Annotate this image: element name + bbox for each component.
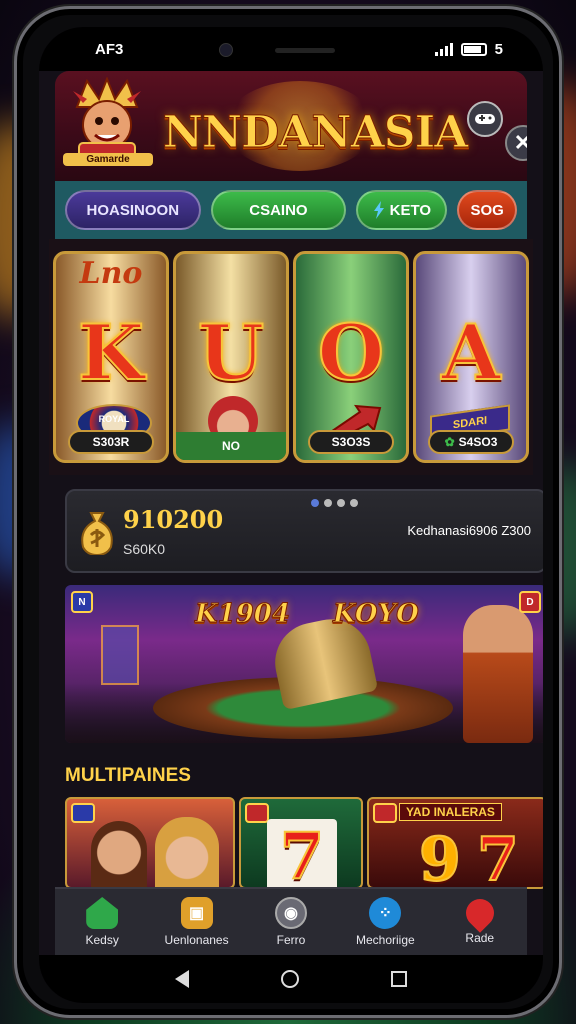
tab-sog[interactable]: SOG <box>457 190 517 230</box>
nav-label: Mechoriige <box>356 933 415 947</box>
game-thumb[interactable]: YAD INALERAS 9 7 <box>367 797 543 889</box>
reel-pill-label: NO <box>222 439 240 453</box>
reel-pill: ✿ S4SO3 <box>428 430 514 454</box>
app-screen: AF3 5 Gamarde NNDANASIA ✕ HOASINOON CSAI… <box>39 27 543 1003</box>
carousel-dots[interactable] <box>311 499 358 507</box>
tab-hoasinoon[interactable]: HOASINOON <box>65 190 201 230</box>
jackpot-amount: 910200 <box>123 505 224 534</box>
thumb-badge <box>373 803 397 823</box>
nav-item-ferro[interactable]: ◉ Ferro <box>246 897 336 947</box>
promo-badge-left: N <box>71 591 93 613</box>
nav-item-kedsy[interactable]: Kedsy <box>57 897 147 947</box>
reel-pill: S3O3S <box>308 430 394 454</box>
camera-icon <box>219 43 233 57</box>
wallet-icon: ▣ <box>180 897 213 929</box>
reel-pill: S303R <box>68 430 154 454</box>
reel-extra-label: ROYAL <box>98 414 130 424</box>
player-avatar <box>155 817 219 887</box>
nav-item-mechoriige[interactable]: ⁘ Mechoriige <box>340 897 430 947</box>
tab-label: CSAINO <box>249 201 308 219</box>
reel-3[interactable]: O S3O3S <box>293 251 409 463</box>
battery-icon <box>460 42 487 56</box>
signal-icon <box>434 42 453 56</box>
promo-badge-right: D <box>519 591 541 613</box>
nav-label: Uenlonanes <box>164 933 229 947</box>
tab-label: HOASINOON <box>86 201 180 219</box>
coin-bag-icon <box>81 512 113 555</box>
recents-icon[interactable] <box>391 971 407 987</box>
thumb-badge <box>71 803 95 823</box>
nav-item-rade[interactable]: Rade <box>435 893 525 945</box>
player-avatar <box>91 821 147 887</box>
status-time: AF3 <box>95 40 124 58</box>
promo-banner[interactable]: N D K1904 KOYO <box>65 585 543 743</box>
apps-icon: ⁘ <box>369 897 402 929</box>
reel-pill-label: S303R <box>92 435 130 449</box>
tab-csaino[interactable]: CSAINO <box>210 190 347 230</box>
tab-label: KETO <box>389 201 432 219</box>
slot-machine-decoration <box>101 625 139 685</box>
thumb-badge <box>245 803 269 823</box>
game-thumbnails: 7 YAD INALERAS 9 7 <box>65 797 543 889</box>
reel-pill: NO <box>176 432 286 460</box>
reel-top-text: Lno <box>79 256 143 291</box>
reel-4[interactable]: A SDARI ✿ S4SO3 <box>413 251 529 463</box>
reel-1[interactable]: Lno K ROYAL S303R <box>53 251 169 463</box>
home-icon <box>86 897 119 929</box>
thumb-title: YAD INALERAS <box>399 803 502 821</box>
reel-letter: A <box>441 307 502 398</box>
pin-icon <box>459 893 500 933</box>
close-icon: ✕ <box>513 130 527 155</box>
mascot-logo-icon <box>73 77 141 158</box>
back-icon[interactable] <box>175 970 189 988</box>
game-thumb[interactable] <box>65 797 235 889</box>
tab-keto[interactable]: KETO <box>356 190 448 230</box>
jackpot-subtext: S60K0 <box>123 541 166 557</box>
reel-2[interactable]: U NO <box>173 251 289 463</box>
bottom-nav: Kedsy ▣ Uenlonanes ◉ Ferro ⁘ Mechoriige … <box>55 887 527 955</box>
section-title: MULTIPAINES <box>65 765 191 786</box>
slot-symbol: 9 <box>418 824 462 889</box>
nav-label: Ferro <box>276 933 306 947</box>
reel-letter: K <box>77 307 145 398</box>
close-button[interactable]: ✕ <box>505 125 527 161</box>
reel-letter: U <box>197 307 265 398</box>
slot-symbol: 7 <box>476 824 520 889</box>
mascot-caption: Gamarde <box>63 153 153 166</box>
jackpot-right-text: Kedhanasi6906 Z300 <box>407 523 531 538</box>
promo-title-left: K1904 <box>195 599 291 630</box>
dealer-image <box>463 605 533 743</box>
speaker-grille <box>275 48 335 53</box>
gamepad-icon <box>475 114 495 124</box>
gamepad-button[interactable] <box>467 101 503 137</box>
status-right-label: 5 <box>494 40 503 58</box>
jackpot-panel[interactable]: 910200 S60K0 Kedhanasi6906 Z300 <box>65 489 543 573</box>
nav-label: Rade <box>465 931 495 945</box>
clover-icon: ✿ <box>444 435 455 449</box>
slot-reels: Lno K ROYAL S303R U NO O S3O3S A SDARI ✿… <box>49 239 533 475</box>
nav-label: Kedsy <box>85 933 119 947</box>
tab-label: SOG <box>470 201 504 219</box>
nav-item-uenlonanes[interactable]: ▣ Uenlonanes <box>152 897 242 947</box>
reel-letter: O <box>317 307 385 398</box>
brand-header: Gamarde NNDANASIA ✕ <box>55 71 527 181</box>
status-icons: 5 <box>434 40 503 58</box>
brand-title: NNDANASIA <box>162 107 469 159</box>
slot-symbol: 7 <box>267 818 337 887</box>
system-nav-bar <box>39 955 543 1003</box>
home-circle-icon[interactable] <box>281 970 299 988</box>
reel-pill-label: S3O3S <box>331 435 371 449</box>
profile-icon: ◉ <box>274 897 307 929</box>
lightning-icon <box>373 201 384 219</box>
reel-pill-label: S4SO3 <box>458 435 498 449</box>
phone-frame: AF3 5 Gamarde NNDANASIA ✕ HOASINOON CSAI… <box>14 6 562 1018</box>
game-thumb[interactable]: 7 <box>239 797 363 889</box>
promo-title-right: KOYO <box>333 599 420 630</box>
category-tabs: HOASINOON CSAINO KETO SOG <box>55 181 527 239</box>
